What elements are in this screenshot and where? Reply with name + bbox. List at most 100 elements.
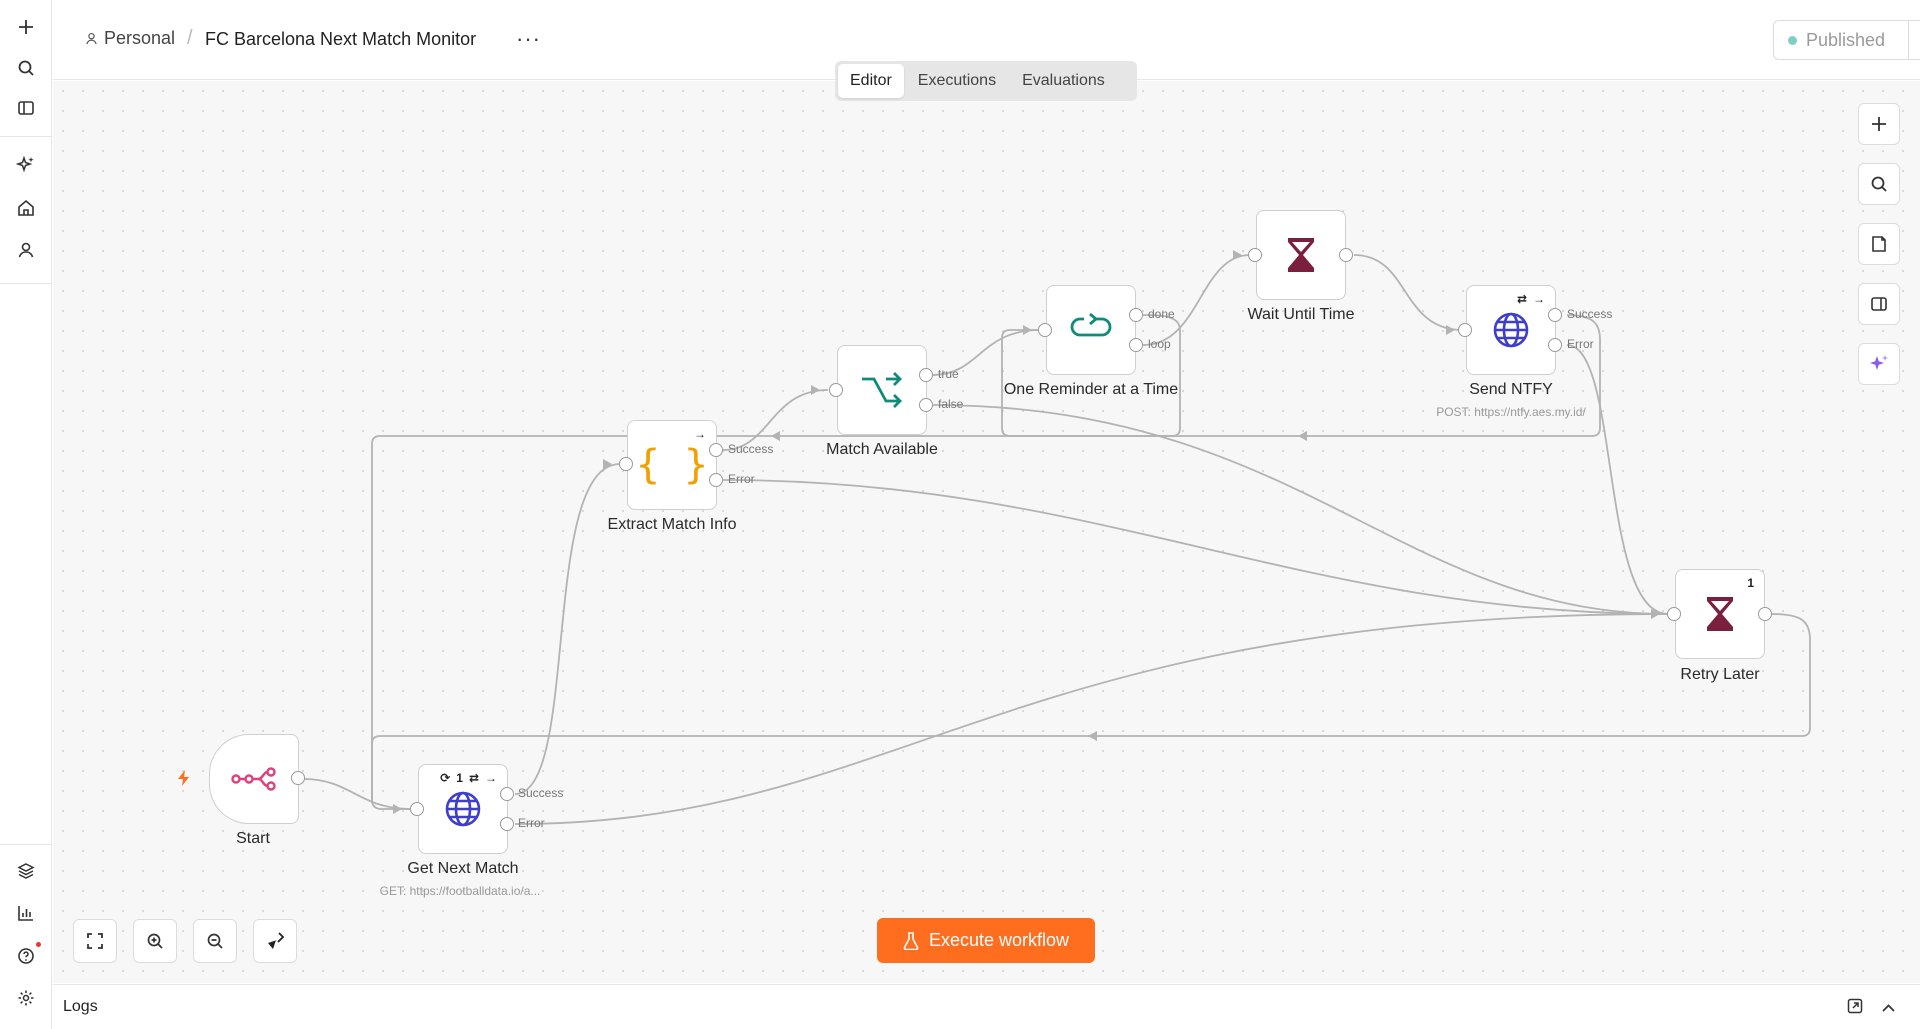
workflow-title[interactable]: FC Barcelona Next Match Monitor — [205, 29, 476, 50]
chevron-up-icon[interactable] — [1882, 1000, 1895, 1018]
code-braces-icon: { } — [635, 442, 709, 488]
node-status-badges: 1 — [1747, 576, 1754, 590]
tidy-up-button[interactable] — [253, 919, 297, 963]
retry-icon: ⇄ — [468, 771, 479, 785]
input-handle[interactable] — [1248, 248, 1262, 262]
add-node-button[interactable] — [1858, 103, 1900, 145]
fit-view-button[interactable] — [73, 919, 117, 963]
view-tabs: Editor Executions Evaluations — [835, 61, 1137, 101]
panel-toggle-icon[interactable] — [12, 94, 40, 122]
output-handle-success[interactable] — [500, 787, 514, 801]
output-handle[interactable] — [291, 771, 305, 785]
publish-dropdown-button[interactable] — [1908, 21, 1920, 59]
node-label: One Reminder at a Time — [1003, 381, 1179, 398]
node-label: Start — [236, 830, 270, 847]
sparkles-icon[interactable] — [12, 151, 40, 179]
input-handle[interactable] — [619, 457, 633, 471]
insights-icon[interactable] — [12, 899, 40, 927]
port-label-done: done — [1148, 307, 1175, 321]
execute-workflow-button[interactable]: Execute workflow — [877, 918, 1095, 963]
port-label-success: Success — [728, 442, 774, 456]
more-options-button[interactable]: ··· — [516, 26, 541, 52]
sticky-note-icon — [1872, 236, 1886, 252]
switch-branch-icon — [862, 372, 902, 408]
published-button[interactable]: Published — [1774, 21, 1908, 59]
settings-icon[interactable] — [12, 984, 40, 1012]
sidebar-divider — [0, 283, 52, 284]
node-extract-match-info[interactable]: → { } — [627, 420, 717, 510]
zoom-out-button[interactable] — [193, 919, 237, 963]
node-start[interactable] — [209, 734, 299, 824]
tab-executions[interactable]: Executions — [906, 64, 1008, 98]
project-name: Personal — [104, 28, 176, 48]
output-handle-error[interactable] — [709, 473, 723, 487]
output-handle[interactable] — [1758, 607, 1772, 621]
zoom-in-button[interactable] — [133, 919, 177, 963]
home-icon[interactable] — [12, 194, 40, 222]
output-handle-error[interactable] — [1548, 338, 1562, 352]
search-nodes-button[interactable] — [1858, 163, 1900, 205]
breadcrumb-project[interactable]: Personal — [85, 28, 175, 49]
output-handle-false[interactable] — [919, 398, 933, 412]
side-panel-button[interactable] — [1858, 283, 1900, 325]
port-label-false: false — [938, 397, 964, 411]
node-one-reminder-at-a-time[interactable] — [1046, 285, 1136, 375]
templates-icon[interactable] — [12, 857, 40, 885]
zoom-in-icon — [147, 933, 163, 949]
output-handle-success[interactable] — [709, 443, 723, 457]
output-handle-error[interactable] — [500, 817, 514, 831]
add-icon[interactable] — [12, 13, 40, 41]
output-handle-success[interactable] — [1548, 308, 1562, 322]
node-get-next-match[interactable]: ⟳ 1 ⇄ → — [418, 764, 508, 854]
node-label: Get Next Match — [407, 860, 519, 877]
tab-evaluations[interactable]: Evaluations — [1010, 64, 1117, 98]
trigger-bolt-icon — [177, 769, 191, 792]
left-sidebar — [0, 0, 52, 1029]
sidebar-divider — [0, 844, 52, 845]
arrow-right-icon: → — [485, 771, 497, 785]
input-handle[interactable] — [410, 802, 424, 816]
port-label-true: true — [938, 367, 959, 381]
output-handle-loop[interactable] — [1129, 338, 1143, 352]
input-handle[interactable] — [1667, 607, 1681, 621]
pop-out-icon[interactable] — [1847, 998, 1863, 1019]
tab-editor[interactable]: Editor — [838, 64, 904, 98]
node-retry-later[interactable]: 1 — [1675, 569, 1765, 659]
port-label-error: Error — [1567, 337, 1594, 351]
node-label: Wait Until Time — [1247, 306, 1355, 323]
user-icon — [86, 32, 97, 45]
output-handle-done[interactable] — [1129, 308, 1143, 322]
panel-right-icon — [1871, 297, 1887, 311]
run-count-badge: 1 — [456, 771, 463, 785]
search-icon[interactable] — [12, 54, 40, 82]
sticky-note-button[interactable] — [1858, 223, 1900, 265]
output-handle-true[interactable] — [919, 368, 933, 382]
published-label: Published — [1806, 29, 1886, 50]
input-handle[interactable] — [829, 383, 843, 397]
port-label-loop: loop — [1148, 337, 1171, 351]
node-subtitle: GET: https://footballdata.io/a... — [379, 884, 541, 898]
breadcrumb-separator: / — [187, 27, 193, 49]
hourglass-icon — [1707, 597, 1733, 631]
node-status-badges: ⇄ → — [1517, 292, 1545, 306]
retry-icon: ⇄ — [1516, 292, 1527, 306]
output-handle[interactable] — [1339, 248, 1353, 262]
node-wait-until-time[interactable] — [1256, 210, 1346, 300]
plus-icon — [1872, 117, 1886, 131]
node-status-badges: ⟳ 1 ⇄ → — [440, 771, 497, 785]
fullscreen-icon — [87, 933, 103, 949]
user-icon[interactable] — [12, 236, 40, 264]
workflow-canvas[interactable] — [53, 81, 1920, 983]
input-handle[interactable] — [1458, 323, 1472, 337]
trigger-icon — [231, 767, 276, 791]
zoom-out-icon — [207, 933, 223, 949]
ai-assistant-button[interactable] — [1858, 343, 1900, 385]
sidebar-divider — [0, 136, 52, 137]
logs-panel-bar[interactable]: Logs — [53, 984, 1920, 1029]
logs-label: Logs — [63, 998, 98, 1015]
node-match-available[interactable] — [837, 345, 927, 435]
run-count-badge: 1 — [1747, 576, 1754, 590]
input-handle[interactable] — [1038, 323, 1052, 337]
node-send-ntfy[interactable]: ⇄ → — [1466, 285, 1556, 375]
globe-icon — [445, 791, 481, 827]
